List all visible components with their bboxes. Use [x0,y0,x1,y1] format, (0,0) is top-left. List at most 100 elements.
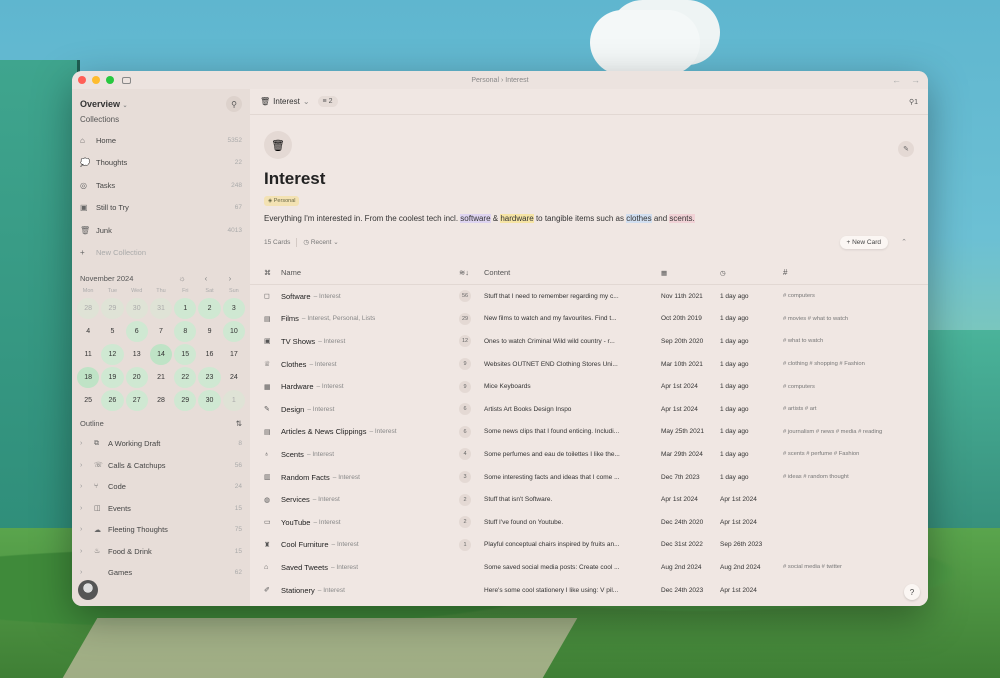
sidebar-item-home[interactable]: ⌂ Home 5352 [72,129,250,152]
calendar-day[interactable]: 9 [198,321,220,342]
card-title[interactable]: Films [274,314,299,323]
calendar-day[interactable]: 11 [77,344,99,365]
card-title[interactable]: Clothes [274,360,306,369]
calendar-day[interactable]: 29 [101,298,124,319]
outline-item[interactable]: › ☁ Fleeting Thoughts 75 [72,519,250,541]
table-row[interactable]: ◍ Services – Interest 2 Stuff that isn't Sof… [250,488,928,511]
outline-item[interactable]: › ☏ Calls & Catchups 56 [72,455,250,477]
calendar-day[interactable]: 7 [150,321,172,342]
card-title[interactable]: Software [274,292,311,301]
new-collection-button[interactable]: + New Collection [72,242,250,265]
calendar-day[interactable]: 14 [149,344,173,365]
card-title[interactable]: YouTube [274,518,310,527]
calendar-day[interactable]: 25 [77,390,99,411]
outline-item[interactable]: › ♨ Food & Drink 15 [72,541,250,563]
calendar-day[interactable]: 8 [174,321,197,342]
calendar-day[interactable]: 24 [223,367,245,388]
chevron-up-icon[interactable]: ⌃ [894,238,914,246]
avatar[interactable] [78,580,98,600]
desc-highlight-scents[interactable]: scents. [669,214,695,223]
back-arrow-icon[interactable]: ← [892,75,901,85]
table-row[interactable]: ✐ Stationery – Interest Here's some cool st… [250,579,928,602]
calendar-day[interactable]: 6 [125,321,148,342]
chevron-right-icon[interactable]: › [80,505,94,512]
stack-sort-icon[interactable]: ≋↓ [459,268,484,277]
sort-dropdown[interactable]: ◷ Recent ⌄ [303,238,338,246]
search-icon[interactable]: ⚲ [226,96,242,112]
card-title[interactable]: Hardware [274,382,314,391]
calendar-day[interactable]: 1 [222,390,245,411]
card-title[interactable]: Services [274,495,310,504]
edit-pencil-icon[interactable]: ✎ [898,141,914,157]
table-row[interactable]: ◻ Software – Interest 56 Stuff that I need t… [250,285,928,308]
sidebar-item-thoughts[interactable]: 💭 Thoughts 22 [72,152,250,175]
help-button[interactable]: ? [904,584,920,600]
chevron-right-icon[interactable]: › [80,483,94,490]
calendar-day[interactable]: 1 [174,298,197,319]
calendar-day[interactable]: 4 [77,321,99,342]
chevron-right-icon[interactable]: › [80,569,94,576]
calendar-day[interactable]: 26 [101,390,124,411]
outline-item[interactable]: › ⧉ A Working Draft 8 [72,433,250,455]
sidebar-item-tasks[interactable]: ◎ Tasks 248 [72,174,250,197]
table-row[interactable]: ▤ Articles & News Clippings – Interest 6 Som… [250,421,928,444]
calendar-day[interactable]: 17 [223,344,245,365]
card-title[interactable]: Scents [274,450,304,459]
calendar-day[interactable]: 18 [77,367,100,388]
calendar-day[interactable]: 15 [174,344,197,365]
outline-item[interactable]: › ◫ Events 15 [72,498,250,520]
chevron-right-icon[interactable]: › [80,462,94,469]
calendar-day[interactable]: 2 [198,298,221,319]
card-title[interactable]: Design [274,405,304,414]
clock-icon[interactable]: ◷ [720,269,783,277]
calendar-day[interactable]: 3 [222,298,245,319]
calendar-day[interactable]: 22 [174,367,197,388]
card-title[interactable]: Cool Furniture [274,540,329,549]
hash-icon[interactable]: # [783,268,914,277]
filter-button[interactable]: ≡ 2 [317,96,338,107]
table-row[interactable]: ▦ Hardware – Interest 9 Mice Keyboards Apr 1s… [250,375,928,398]
calendar-day[interactable]: 21 [150,367,172,388]
calendar-day[interactable]: 16 [198,344,220,365]
overview-dropdown[interactable]: Overview ⌄ [80,99,128,109]
calendar-day[interactable]: 13 [126,344,148,365]
calendar-day[interactable]: 27 [125,390,148,411]
calendar-day[interactable]: 30 [198,390,221,411]
chevron-left-icon[interactable]: ‹ [194,274,218,283]
calendar-day[interactable]: 19 [101,367,124,388]
sun-icon[interactable]: ☼ [170,274,194,283]
table-row[interactable]: ▤ Films – Interest, Personal, Lists 29 New f… [250,308,928,331]
table-row[interactable]: ♕ Clothes – Interest 9 Websites OUTNET END C… [250,353,928,376]
calendar-day[interactable]: 31 [149,298,173,319]
card-title[interactable]: Stationery [274,586,315,595]
table-row[interactable]: ♁ Scents – Interest 4 Some perfumes and eau … [250,443,928,466]
new-card-button[interactable]: + New Card [839,235,888,249]
card-title[interactable]: Articles & News Clippings [274,427,366,436]
chevron-right-icon[interactable]: › [80,440,94,447]
calendar-day[interactable]: 10 [222,321,245,342]
calendar-day[interactable]: 28 [77,298,100,319]
calendar-day[interactable]: 30 [125,298,148,319]
sidebar-item-junk[interactable]: 🗑 Junk 4013 [72,219,250,242]
forward-arrow-icon[interactable]: → [911,75,920,85]
table-row[interactable]: ⌂ Saved Tweets – Interest Some saved social… [250,556,928,579]
sidebar-item-still-to-try[interactable]: ▣ Still to Try 67 [72,197,250,220]
calendar-day[interactable]: 28 [150,390,172,411]
pin-button[interactable]: ⚲1 [909,98,918,106]
outline-item[interactable]: › Games 62 [72,562,250,584]
sort-icon[interactable]: ⇅ [236,419,242,433]
column-name[interactable]: ⌘ Name [264,268,459,277]
chevron-right-icon[interactable]: › [80,548,94,555]
card-title[interactable]: TV Shows [274,337,315,346]
card-title[interactable]: Saved Tweets [274,563,328,572]
calendar-icon[interactable]: ▦ [661,269,720,277]
chevron-right-icon[interactable]: › [218,274,242,283]
desc-highlight-software[interactable]: software [460,214,491,223]
column-content[interactable]: Content [484,268,661,277]
calendar-day[interactable]: 12 [101,344,124,365]
desc-highlight-clothes[interactable]: clothes [626,214,652,223]
table-row[interactable]: ▥ Random Facts – Interest 3 Some interesting… [250,466,928,489]
card-title[interactable]: Random Facts [274,473,330,482]
calendar-day[interactable]: 23 [198,367,221,388]
calendar-day[interactable]: 29 [174,390,197,411]
